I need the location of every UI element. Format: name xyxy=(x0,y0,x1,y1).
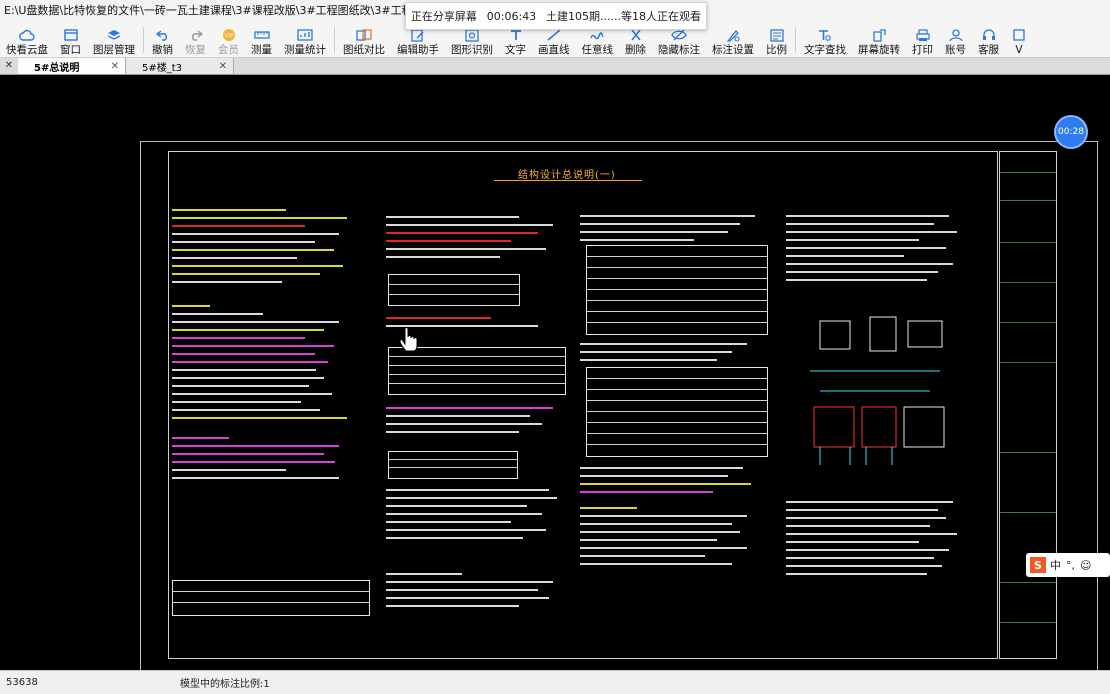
tab-label: 5#总说明 xyxy=(34,62,80,74)
notes-column-2c xyxy=(386,401,576,439)
measure-button[interactable]: 测量 xyxy=(245,23,278,57)
text-search-icon xyxy=(817,28,833,42)
print-button[interactable]: 打印 xyxy=(906,23,939,57)
close-tab-icon[interactable]: ✕ xyxy=(111,61,119,72)
app-window: E:\U盘数据\比特恢复的文件\一砖一瓦土建课程\3#课程改版\3#工程图纸改\… xyxy=(0,0,1110,694)
hand-cursor-icon xyxy=(399,327,418,352)
cad-table-anchorage xyxy=(388,451,518,479)
screen-share-overlay[interactable]: 正在分享屏幕 00:06:43 土建105期......等18人正在观看 xyxy=(405,2,707,30)
cad-table-lap-length xyxy=(586,245,768,335)
text-icon xyxy=(508,28,524,42)
title-block xyxy=(999,151,1057,659)
more-icon xyxy=(1011,28,1027,42)
cloud-icon xyxy=(19,28,35,42)
document-tab-bar: ✕ 5#总说明 ✕ 5#楼_t3 ✕ xyxy=(0,58,1110,75)
window-icon xyxy=(63,28,79,42)
cad-table-cover xyxy=(172,580,370,616)
drawing-compare-button[interactable]: 图纸对比 xyxy=(337,23,391,57)
window-button[interactable]: 窗口 xyxy=(54,23,87,57)
print-icon xyxy=(915,28,931,42)
share-viewers: 土建105期......等18人正在观看 xyxy=(546,10,702,23)
account-button[interactable]: 账号 xyxy=(939,23,972,57)
toolbar-separator xyxy=(143,27,144,53)
scale-icon xyxy=(769,28,785,42)
svg-text:VIP: VIP xyxy=(224,33,234,40)
undo-icon xyxy=(155,28,171,42)
measure-stats-icon xyxy=(297,28,313,42)
notes-column-4 xyxy=(786,209,976,287)
toolbar-separator xyxy=(334,27,335,53)
drawing-canvas[interactable]: 结构设计总说明(一) 00:28 S 中 °, ☺ xyxy=(0,75,1110,670)
undo-button[interactable]: 撤销 xyxy=(146,23,179,57)
redo-button[interactable]: 恢复 xyxy=(179,23,212,57)
close-tab-icon[interactable]: ✕ xyxy=(219,61,227,72)
cursor-coordinate: 53638 xyxy=(6,677,38,688)
ruler-icon xyxy=(253,28,270,42)
tab-5-general-notes[interactable]: 5#总说明 ✕ xyxy=(18,58,126,74)
share-elapsed-time: 00:06:43 xyxy=(486,9,537,23)
input-method-bar[interactable]: S 中 °, ☺ xyxy=(1026,553,1110,577)
sogou-logo-icon: S xyxy=(1030,557,1046,573)
ime-emoji-icon[interactable]: ☺ xyxy=(1080,559,1091,572)
drawing-title-underline xyxy=(494,180,642,181)
detail-drawings xyxy=(810,316,945,465)
freehand-icon xyxy=(589,28,605,42)
annotation-settings-icon xyxy=(725,28,741,42)
notes-column-1 xyxy=(172,203,362,485)
shape-recognize-icon xyxy=(464,28,480,42)
close-all-tabs-icon[interactable]: ✕ xyxy=(0,58,18,74)
hide-annotation-icon xyxy=(671,28,687,42)
toolbar-separator xyxy=(795,27,796,53)
notes-column-3 xyxy=(580,209,770,247)
tab-label: 5#楼_t3 xyxy=(142,62,183,74)
share-status: 正在分享屏幕 xyxy=(410,10,477,23)
notes-column-2 xyxy=(386,210,576,264)
support-button[interactable]: 客服 xyxy=(972,23,1005,57)
scale-button[interactable]: 比例 xyxy=(760,23,793,57)
redo-icon xyxy=(188,28,204,42)
ime-punctuation[interactable]: °, xyxy=(1066,559,1075,572)
cloud-drive-button[interactable]: 快看云盘 xyxy=(0,23,54,57)
delete-icon xyxy=(628,28,644,42)
notes-column-2d xyxy=(386,483,576,613)
layer-manager-button[interactable]: 图层管理 xyxy=(87,23,141,57)
notes-column-3c xyxy=(580,461,770,571)
vip-button[interactable]: VIP 会员 xyxy=(212,23,245,57)
vip-icon: VIP xyxy=(221,28,237,42)
recording-timer-badge[interactable]: 00:28 xyxy=(1056,117,1086,147)
measure-stats-button[interactable]: 测量统计 xyxy=(278,23,332,57)
status-bar: 53638 模型中的标注比例:1 xyxy=(0,670,1110,694)
drawing-title: 结构设计总说明(一) xyxy=(518,170,616,181)
tab-5-building-t3[interactable]: 5#楼_t3 ✕ xyxy=(126,58,234,74)
cad-table-materials xyxy=(388,274,520,306)
compare-icon xyxy=(356,28,372,42)
account-icon xyxy=(948,28,964,42)
more-button[interactable]: V xyxy=(1005,23,1033,57)
notes-column-3b xyxy=(580,337,770,367)
screen-rotate-button[interactable]: 屏幕旋转 xyxy=(852,23,906,57)
line-icon xyxy=(546,28,562,42)
cad-table-anchor-length xyxy=(586,367,768,457)
annotation-settings-button[interactable]: 标注设置 xyxy=(706,23,760,57)
support-icon xyxy=(981,28,997,42)
annotation-scale-text: 模型中的标注比例:1 xyxy=(180,679,270,690)
text-search-button[interactable]: 文字查找 xyxy=(798,23,852,57)
ime-mode[interactable]: 中 xyxy=(1050,557,1061,573)
rotate-icon xyxy=(871,28,887,42)
notes-column-4b xyxy=(786,495,976,581)
layers-icon xyxy=(106,28,122,42)
window-title: E:\U盘数据\比特恢复的文件\一砖一瓦土建课程\3#课程改版\3#工程图纸改\… xyxy=(4,4,455,17)
edit-helper-icon xyxy=(410,28,426,42)
cad-table-exposure xyxy=(388,347,566,395)
